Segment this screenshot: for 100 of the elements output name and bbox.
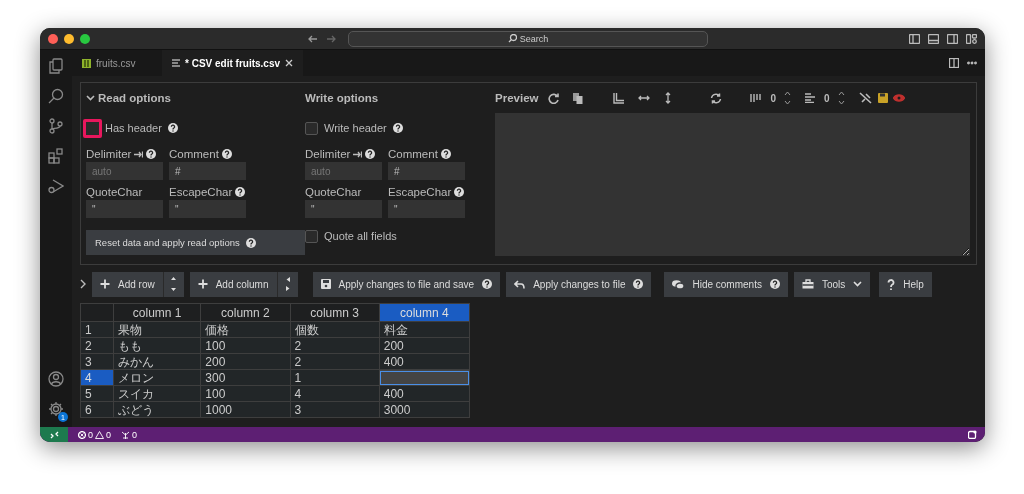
column-header[interactable]: column 3 [290, 303, 380, 322]
plus-icon [100, 279, 110, 289]
text-field[interactable]: " [169, 200, 246, 218]
ports-button[interactable]: 0 [121, 429, 138, 440]
spinner-icon[interactable] [784, 91, 792, 105]
help-icon [440, 149, 451, 159]
corner-icon[interactable] [613, 92, 625, 104]
text-field[interactable]: " [305, 200, 382, 218]
reset-button[interactable]: Reset data and apply read options [86, 230, 305, 255]
toolbar-button[interactable]: Help [879, 271, 932, 297]
horizontal-arrows-icon[interactable] [638, 94, 651, 102]
problems-button[interactable]: 0 0 [78, 429, 112, 440]
minimize-button[interactable] [64, 33, 74, 44]
toolbar-button[interactable]: Add row [92, 271, 163, 297]
layout-icon[interactable] [966, 33, 977, 44]
account-icon[interactable] [48, 371, 64, 387]
sidebar-toggle-icon[interactable] [909, 33, 920, 44]
help-icon [235, 187, 246, 197]
tab-label: fruits.csv [96, 57, 136, 69]
search-field[interactable]: Search [348, 30, 708, 47]
tab-label: * CSV edit fruits.csv [185, 57, 281, 69]
help-icon [221, 149, 232, 159]
editor-tab[interactable]: * CSV edit fruits.csv [162, 50, 304, 76]
text-field[interactable]: auto [305, 162, 382, 180]
spinner-icon[interactable] [837, 91, 845, 105]
extensions-icon[interactable] [48, 148, 64, 164]
close-icon[interactable] [285, 59, 294, 67]
help-icon [365, 149, 376, 159]
search-placeholder: Search [519, 33, 549, 44]
field-label: EscapeChar [388, 186, 452, 198]
remote-button[interactable] [40, 427, 68, 442]
toolbar-button[interactable]: Add column [189, 271, 277, 297]
unpin-icon[interactable] [858, 92, 872, 104]
help-icon [482, 279, 493, 289]
eye-icon[interactable] [892, 94, 905, 102]
field-label: Delimiter [305, 148, 351, 160]
run-debug-icon[interactable] [48, 178, 64, 194]
close-button[interactable] [48, 33, 58, 44]
spinner-button[interactable] [162, 271, 184, 297]
chevron-down-icon[interactable] [86, 95, 95, 101]
column-header[interactable]: column 4 [379, 303, 470, 322]
row-count: 0 [824, 92, 830, 104]
field-label: Delimiter [86, 148, 132, 160]
align-left-icon [805, 93, 816, 103]
spreadsheet-icon [82, 58, 91, 68]
column-width-icon [750, 93, 762, 103]
column-header[interactable]: column 2 [200, 303, 290, 322]
chat-bubbles-icon [672, 279, 685, 289]
vertical-arrows-icon[interactable] [664, 92, 673, 104]
checkbox-label: Write header [324, 122, 387, 134]
help-icon [146, 149, 157, 159]
help-icon [167, 123, 178, 133]
text-field[interactable]: auto [86, 162, 163, 180]
search-icon [507, 34, 517, 43]
toolbar-button[interactable]: Hide comments [664, 271, 788, 297]
source-control-icon[interactable] [48, 118, 64, 134]
spinner-button[interactable] [276, 271, 298, 297]
toolbar-button[interactable]: Apply changes to file and save [312, 271, 501, 297]
secondary-sidebar-icon[interactable] [947, 33, 958, 44]
left-right-icon [284, 276, 291, 292]
text-field[interactable]: " [86, 200, 163, 218]
save-icon[interactable] [877, 93, 888, 103]
column-header[interactable]: column 1 [113, 303, 201, 322]
field-label: QuoteChar [86, 186, 143, 198]
copy-icon[interactable] [573, 92, 584, 104]
maximize-button[interactable] [80, 33, 90, 44]
tab-key-icon [353, 150, 363, 158]
notifications-icon[interactable] [968, 430, 977, 439]
antenna-icon [121, 430, 131, 439]
checkbox-label: Quote all fields [324, 230, 397, 242]
checkbox[interactable] [305, 229, 318, 243]
remote-icon [49, 430, 59, 439]
toolbar-button[interactable]: Tools [793, 271, 871, 297]
checkbox-label: Has header [105, 122, 162, 134]
help-icon [454, 187, 465, 197]
files-icon[interactable] [48, 58, 64, 74]
help-icon [245, 237, 256, 248]
sync-icon[interactable] [710, 92, 723, 104]
search-icon[interactable] [48, 88, 64, 104]
toolbar-button[interactable]: Apply changes to file [506, 271, 652, 297]
more-icon[interactable] [967, 61, 977, 65]
panel-toggle-icon[interactable] [928, 33, 939, 44]
split-editor-icon[interactable] [949, 58, 959, 68]
checkbox[interactable] [83, 118, 102, 138]
up-down-icon [170, 276, 178, 292]
forward-arrow-icon[interactable] [326, 33, 336, 44]
checkbox[interactable] [305, 121, 318, 135]
help-icon [392, 123, 403, 133]
text-field[interactable]: # [388, 162, 465, 180]
field-label: Comment [388, 148, 438, 160]
back-arrow-icon[interactable] [308, 33, 318, 44]
field-label: EscapeChar [169, 186, 233, 198]
field-label: Comment [169, 148, 219, 160]
help-icon [887, 278, 896, 290]
text-field[interactable]: # [169, 162, 246, 180]
help-icon [769, 279, 780, 289]
chevron-right-icon[interactable] [80, 279, 86, 289]
corner-cell[interactable] [80, 303, 114, 322]
refresh-icon[interactable] [548, 92, 560, 104]
text-field[interactable]: " [388, 200, 465, 218]
